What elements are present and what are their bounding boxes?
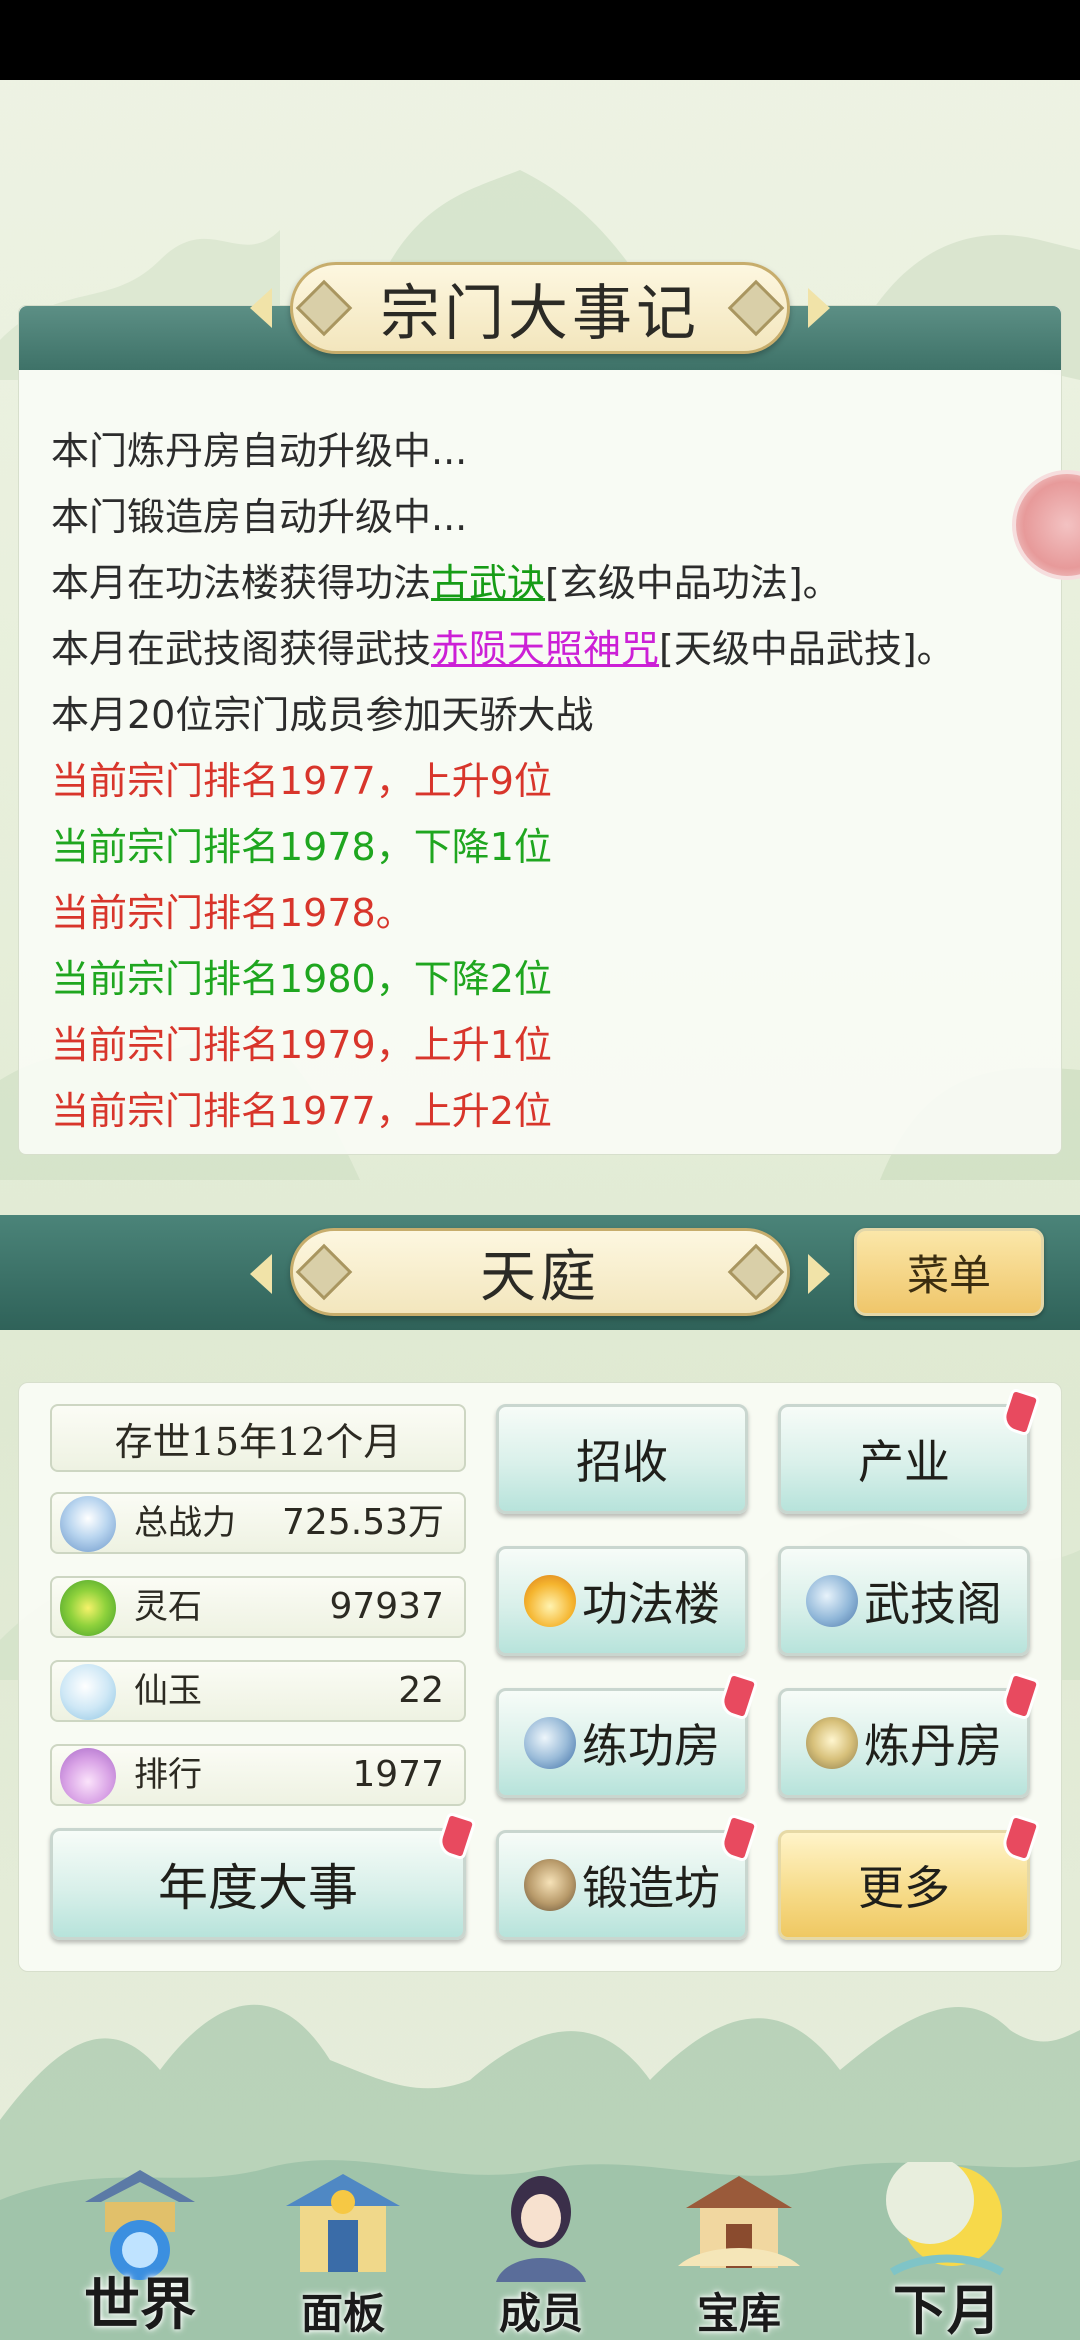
log-entry-text: 本门炼丹房自动升级中... bbox=[51, 429, 468, 473]
log-entry-text: 当前宗门排名1980，下降2位 bbox=[51, 957, 552, 1001]
log-entry: 本月在功法楼获得功法古武诀[玄级中品功法]。 bbox=[51, 550, 1051, 616]
log-entry: 当前宗门排名1980，下降2位 bbox=[51, 946, 1051, 1012]
training-room-button[interactable]: 练功房 bbox=[496, 1671, 759, 1798]
panel-gate-icon bbox=[286, 2174, 400, 2272]
log-entry-text: 当前宗门排名1978。 bbox=[51, 891, 414, 935]
log-entry-text: 本月20位宗门成员参加天骄大战 bbox=[51, 693, 594, 737]
log-entry: 当前宗门排名1978，下降1位 bbox=[51, 814, 1051, 880]
log-entry-text: [玄级中品功法]。 bbox=[545, 561, 841, 605]
log-entry-text: 本月在武技阁获得武技 bbox=[51, 627, 432, 671]
log-entry-text: 当前宗门排名1977，上升2位 bbox=[51, 1089, 552, 1133]
training-room-label: 练功房 bbox=[582, 1719, 720, 1773]
nav-next-month[interactable]: 下月 bbox=[862, 2150, 1032, 2340]
log-entry: 本门锻造房自动升级中... bbox=[51, 484, 1051, 550]
log-title-plaque: 宗门大事记 bbox=[250, 262, 830, 354]
section-title: 天庭 bbox=[480, 1244, 600, 1310]
right-arrow-icon[interactable] bbox=[808, 1254, 830, 1294]
nav-world[interactable]: 世界 bbox=[55, 2150, 225, 2340]
log-entry: 当前宗门排名1977，上升9位 bbox=[51, 748, 1051, 814]
hammer-icon bbox=[524, 1859, 576, 1911]
flame-icon bbox=[524, 1575, 576, 1627]
more-button[interactable]: 更多 bbox=[778, 1813, 1041, 1940]
log-item-link[interactable]: 古武诀 bbox=[431, 561, 545, 605]
jade-icon bbox=[60, 1664, 116, 1720]
stat-jade-label: 仙玉 bbox=[134, 1671, 202, 1711]
power-icon bbox=[60, 1496, 116, 1552]
log-entry: 当前宗门排名1979，上升1位 bbox=[51, 1012, 1051, 1078]
stat-rank-label: 排行 bbox=[134, 1755, 202, 1795]
log-entry-text: 当前宗门排名1978，下降1位 bbox=[51, 825, 552, 869]
wuji-pavilion-button[interactable]: 武技阁 bbox=[778, 1546, 1030, 1656]
log-entry: 本门炼丹房自动升级中... bbox=[51, 418, 1051, 484]
industry-label: 产业 bbox=[858, 1435, 950, 1489]
disciple-portrait-icon bbox=[496, 2176, 586, 2282]
crescent-moon-icon bbox=[886, 2162, 1005, 2276]
nav-members-label: 成员 bbox=[498, 2289, 583, 2338]
nav-panel[interactable]: 面板 bbox=[258, 2150, 428, 2340]
blade-icon bbox=[806, 1575, 858, 1627]
stat-power: 总战力 725.53万 bbox=[50, 1492, 466, 1554]
alchemy-room-button[interactable]: 炼丹房 bbox=[778, 1671, 1041, 1798]
lotus-icon bbox=[60, 1748, 116, 1804]
gongfa-tower-label: 功法楼 bbox=[582, 1577, 720, 1631]
stat-spirit-stone: 灵石 97937 bbox=[50, 1576, 466, 1638]
log-entry: 当前宗门排名1977，上升2位 bbox=[51, 1078, 1051, 1144]
stat-jade: 仙玉 22 bbox=[50, 1660, 466, 1722]
nav-members[interactable]: 成员 bbox=[456, 2150, 626, 2340]
stat-jade-value: 22 bbox=[398, 1670, 444, 1711]
stat-power-value: 725.53万 bbox=[282, 1502, 444, 1543]
alchemy-room-label: 炼丹房 bbox=[864, 1719, 1002, 1773]
log-entry: 当前宗门排名1978。 bbox=[51, 880, 1051, 946]
log-entry: 本月在武技阁获得武技赤陨天照神咒[天级中品武技]。 bbox=[51, 616, 1051, 682]
log-entry-text: 当前宗门排名1977，上升9位 bbox=[51, 759, 552, 803]
nav-next-month-label: 下月 bbox=[893, 2278, 1001, 2340]
nav-treasury-label: 宝库 bbox=[696, 2289, 781, 2338]
right-arrow-icon bbox=[808, 288, 830, 328]
stat-power-label: 总战力 bbox=[134, 1503, 236, 1543]
log-title: 宗门大事记 bbox=[380, 278, 700, 349]
log-item-link[interactable]: 赤陨天照神咒 bbox=[431, 627, 659, 671]
stat-spirit-stone-value: 97937 bbox=[329, 1586, 444, 1627]
log-entry-text: 当前宗门排名1979，上升1位 bbox=[51, 1023, 552, 1067]
left-arrow-icon[interactable] bbox=[250, 1254, 272, 1294]
section-title-plaque: 天庭 bbox=[250, 1228, 830, 1316]
event-log-panel: 本门炼丹房自动升级中... 本门锻造房自动升级中... 本月在功法楼获得功法古武诀[… bbox=[18, 305, 1062, 1155]
wuji-pavilion-label: 武技阁 bbox=[864, 1577, 1002, 1631]
gongfa-tower-button[interactable]: 功法楼 bbox=[496, 1546, 748, 1656]
spirit-stone-icon bbox=[60, 1580, 116, 1636]
sword-icon bbox=[524, 1717, 576, 1769]
recruit-label: 招收 bbox=[576, 1435, 668, 1489]
status-bar bbox=[0, 0, 1080, 80]
yearly-events-label: 年度大事 bbox=[158, 1859, 358, 1917]
log-entry-text: [天级中品武技]。 bbox=[659, 627, 955, 671]
forge-label: 锻造坊 bbox=[582, 1861, 720, 1915]
forge-button[interactable]: 锻造坊 bbox=[496, 1813, 759, 1940]
industry-button[interactable]: 产业 bbox=[778, 1387, 1041, 1514]
nav-world-label: 世界 bbox=[84, 2272, 196, 2338]
menu-button[interactable]: 菜单 bbox=[854, 1228, 1044, 1316]
stat-rank: 排行 1977 bbox=[50, 1744, 466, 1806]
event-log-list: 本门炼丹房自动升级中... 本门锻造房自动升级中... 本月在功法楼获得功法古武诀[… bbox=[51, 418, 1051, 1144]
cauldron-icon bbox=[806, 1717, 858, 1769]
stat-spirit-stone-label: 灵石 bbox=[134, 1587, 202, 1627]
yearly-events-button[interactable]: 年度大事 bbox=[50, 1811, 477, 1940]
sect-age: 存世15年12个月 bbox=[50, 1404, 466, 1472]
bottom-navigation: 世界 面板 成员 宝库 下月 bbox=[0, 2150, 1080, 2340]
log-entry-text: 本月在功法楼获得功法 bbox=[51, 561, 432, 605]
more-label: 更多 bbox=[858, 1861, 950, 1915]
nav-panel-label: 面板 bbox=[300, 2289, 385, 2338]
recruit-button[interactable]: 招收 bbox=[496, 1404, 748, 1514]
log-entry: 本月20位宗门成员参加天骄大战 bbox=[51, 682, 1051, 748]
left-arrow-icon bbox=[250, 288, 272, 328]
nav-treasury[interactable]: 宝库 bbox=[654, 2150, 824, 2340]
stat-rank-value: 1977 bbox=[352, 1754, 444, 1795]
treasury-icon bbox=[678, 2176, 800, 2268]
log-entry-text: 本门锻造房自动升级中... bbox=[51, 495, 468, 539]
